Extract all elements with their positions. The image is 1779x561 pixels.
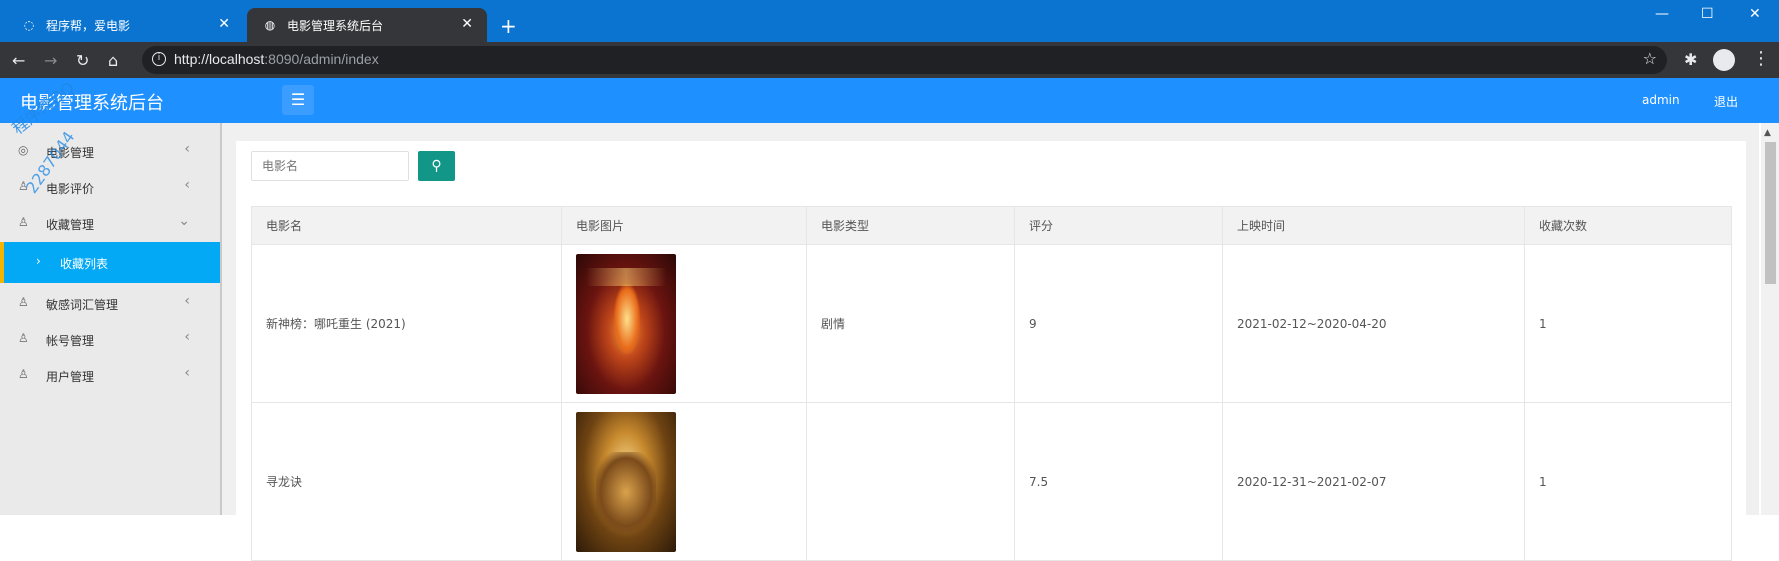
movie-poster-image [576,253,676,394]
chevron-left-icon: ‹ [184,177,190,193]
movie-icon: ◎ [18,143,29,157]
cell-favorite-count: 1 [1524,244,1732,403]
user-icon: ♙ [18,215,29,229]
minimize-icon[interactable]: — [1655,6,1669,22]
tab-close-icon[interactable]: ✕ [218,16,230,32]
column-header: 收藏次数 [1524,206,1732,245]
browser-tab-inactive[interactable]: ◌ 程序帮，爱电影 ✕ [6,8,244,42]
browser-menu-icon[interactable]: ⋮ [1752,48,1770,69]
sidebar-item-label: 收藏管理 [46,218,95,232]
chevron-left-icon: ‹ [184,329,190,345]
active-indicator [0,242,4,283]
sidebar-item-favorites[interactable]: ♙ 收藏管理 ⌄ [0,205,220,241]
cell-movie-type [806,402,1015,561]
scrollbar-thumb[interactable] [1765,142,1776,284]
cell-release-date: 2020-12-31~2021-02-07 [1222,402,1525,561]
chevron-left-icon: ‹ [184,141,190,157]
cell-score: 7.5 [1014,402,1223,561]
cell-movie-name: 新神榜：哪吒重生 (2021) [251,244,562,403]
search-icon: ⚲ [431,158,442,174]
browser-tabstrip: ◌ 程序帮，爱电影 ✕ ◍ 电影管理系统后台 ✕ + — ☐ ✕ [0,0,1779,42]
column-header: 电影类型 [806,206,1015,245]
movie-name-search-input[interactable] [251,151,409,181]
chevron-right-icon: › [36,254,41,268]
site-info-icon[interactable]: i [152,52,166,66]
bookmark-star-icon[interactable]: ☆ [1643,49,1657,68]
content-card: ⚲ 电影名 电影图片 电影类型 评分 上映时间 收藏次数 新神榜：哪吒重生 (2… [236,141,1746,561]
forward-arrow-icon[interactable]: → [44,51,57,70]
sidebar-item-sensitive-words[interactable]: ♙ 敏感词汇管理 ‹ [0,285,220,321]
sidebar-item-label: 电影评价 [46,182,95,196]
sidebar-item-label: 帐号管理 [46,334,95,348]
back-arrow-icon[interactable]: ← [12,51,25,70]
column-header: 上映时间 [1222,206,1525,245]
profile-avatar-icon[interactable] [1713,49,1735,71]
tab-close-icon[interactable]: ✕ [461,16,473,32]
main-content: ⚲ 电影名 电影图片 电影类型 评分 上映时间 收藏次数 新神榜：哪吒重生 (2… [222,123,1759,561]
url-text: http://localhost:8090/admin/index [174,51,379,67]
column-header: 评分 [1014,206,1223,245]
address-toolbar: ← → ↻ ⌂ i http://localhost:8090/admin/in… [0,42,1779,78]
chevron-left-icon: ‹ [184,293,190,309]
scroll-up-arrow-icon[interactable]: ▲ [1764,128,1771,138]
globe-icon: ◍ [264,18,276,32]
header-username[interactable]: admin [1642,93,1680,107]
sidebar-subitem-favorites-list[interactable]: › 收藏列表 [0,242,220,283]
chevron-left-icon: ‹ [184,365,190,381]
logout-link[interactable]: 退出 [1714,93,1738,110]
tab-title: 电影管理系统后台 [287,18,384,33]
column-header: 电影图片 [561,206,807,245]
cell-score: 9 [1014,244,1223,403]
new-tab-icon[interactable]: + [500,14,517,38]
cell-release-date: 2021-02-12~2020-04-20 [1222,244,1525,403]
cell-movie-name: 寻龙诀 [251,402,562,561]
tab-title: 程序帮，爱电影 [46,18,131,33]
sidebar-item-label: 用户管理 [46,370,95,384]
window-close-icon[interactable]: ✕ [1749,6,1761,22]
table-row: 新神榜：哪吒重生 (2021) 剧情 9 2021-02-12~2020-04-… [251,244,1732,403]
cell-movie-type: 剧情 [806,244,1015,403]
cell-favorite-count: 1 [1524,402,1732,561]
table-row: 寻龙诀 7.5 2020-12-31~2021-02-07 1 [251,402,1732,561]
movie-poster-image [576,411,676,552]
user-icon: ♙ [18,295,29,309]
reload-icon[interactable]: ↻ [76,51,89,70]
sidebar-subitem-label: 收藏列表 [60,257,109,271]
user-icon: ♙ [18,367,29,381]
browser-tab-active[interactable]: ◍ 电影管理系统后台 ✕ [247,8,487,42]
sidebar-item-label: 敏感词汇管理 [46,298,119,312]
sidebar-item-accounts[interactable]: ♙ 帐号管理 ‹ [0,321,220,357]
url-path: :8090/admin/index [264,51,379,67]
site-favicon-icon: ◌ [23,18,35,32]
menu-toggle-icon[interactable]: ☰ [282,85,314,115]
app-title: 电影管理系统后台 [20,93,164,114]
maximize-icon[interactable]: ☐ [1701,6,1714,22]
sidebar-item-movie-management[interactable]: ◎ 电影管理 ‹ [0,133,220,169]
home-icon[interactable]: ⌂ [108,51,118,70]
table-header-row: 电影名 电影图片 电影类型 评分 上映时间 收藏次数 [251,206,1732,245]
favorites-table: 电影名 电影图片 电影类型 评分 上映时间 收藏次数 新神榜：哪吒重生 (202… [251,206,1732,561]
url-host: http://localhost [174,51,265,67]
url-bar[interactable]: i http://localhost:8090/admin/index ☆ [142,46,1667,74]
chevron-down-icon: ⌄ [178,213,190,229]
cell-movie-image [561,244,807,403]
user-icon: ♙ [18,331,29,345]
extensions-puzzle-icon[interactable]: ✱ [1684,50,1697,69]
column-header: 电影名 [251,206,562,245]
search-button[interactable]: ⚲ [418,151,455,181]
sidebar-item-users[interactable]: ♙ 用户管理 ‹ [0,357,220,393]
app-header: 电影管理系统后台 ☰ admin 退出 [0,78,1779,123]
cell-movie-image [561,402,807,561]
